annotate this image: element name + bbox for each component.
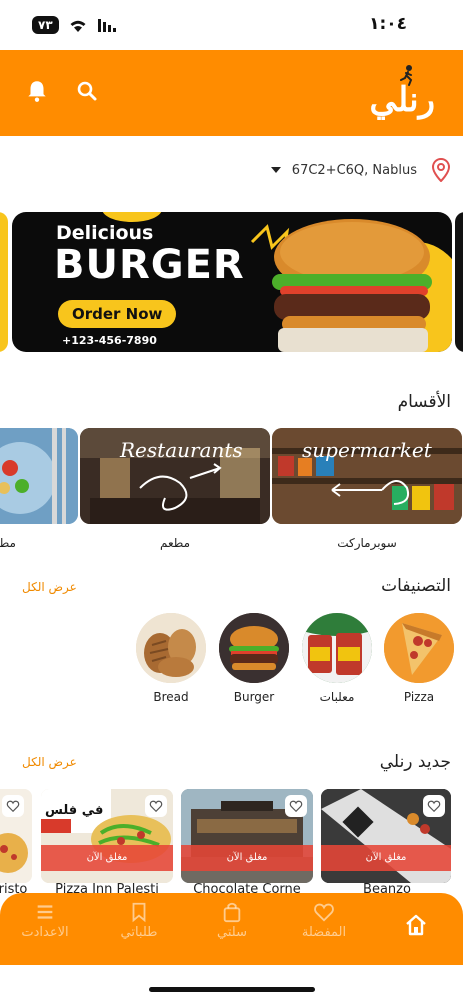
new-restaurants-title: جديد رنلي xyxy=(379,752,451,772)
bell-icon xyxy=(28,81,46,102)
heart-icon xyxy=(314,903,334,922)
nav-label: الاعدادت xyxy=(21,925,69,940)
restaurant-card-chocolate-corner[interactable]: مغلق الآن xyxy=(181,789,313,883)
department-name: سوبرماركت xyxy=(337,536,397,550)
department-image-text: Restaurants xyxy=(120,438,243,462)
banner-phone: +123-456-7890 xyxy=(62,334,157,347)
nav-label: المفضلة xyxy=(301,925,347,940)
heart-icon xyxy=(289,800,303,813)
order-now-button[interactable]: Order Now xyxy=(58,300,177,328)
closed-status-badge: مغلق الآن xyxy=(321,845,451,871)
categories-see-all-link[interactable]: عرض الكل xyxy=(22,580,77,594)
nav-label: سلتي xyxy=(217,925,247,940)
department-image-text: supermarket xyxy=(302,438,432,462)
food-plate-photo xyxy=(0,428,78,524)
logo-text: رنلي xyxy=(369,80,435,120)
category-label: معلبات xyxy=(319,690,355,704)
category-burger-image[interactable] xyxy=(219,613,289,683)
burger-icon xyxy=(219,613,289,683)
category-label: Pizza xyxy=(403,690,435,704)
bread-icon xyxy=(136,613,206,683)
chevron-down-icon xyxy=(270,167,281,173)
banner-decoration xyxy=(102,212,162,222)
heart-icon xyxy=(149,800,163,813)
banner-prev-peek[interactable] xyxy=(0,212,8,352)
bag-icon xyxy=(223,902,241,923)
category-label: Bread xyxy=(153,690,189,704)
home-indicator[interactable] xyxy=(149,987,315,992)
location-address: 67C2+C6Q, Nablus xyxy=(291,162,417,178)
search-button[interactable] xyxy=(72,76,102,106)
wifi-icon xyxy=(70,20,86,32)
restaurant-sign-text: في فلس xyxy=(45,803,104,818)
department-name: مطا xyxy=(0,536,16,550)
favorite-button[interactable] xyxy=(285,795,307,817)
canned-food-icon xyxy=(302,613,372,683)
notifications-button[interactable] xyxy=(22,76,52,106)
category-pizza-image[interactable] xyxy=(384,613,454,683)
menu-icon xyxy=(37,905,53,919)
department-name: مطعم xyxy=(159,536,191,550)
nav-cart[interactable]: سلتي xyxy=(187,901,277,940)
bookmark-icon xyxy=(132,902,146,923)
app-header: رنلي xyxy=(0,50,463,136)
category-canned-image[interactable] xyxy=(302,613,372,683)
nav-favorites[interactable]: المفضلة xyxy=(279,901,369,940)
restaurant-card-beanzo[interactable]: مغلق الآن xyxy=(321,789,451,883)
signal-icon xyxy=(97,19,116,32)
burger-illustration xyxy=(250,219,432,352)
new-restaurants-see-all-link[interactable]: عرض الكل xyxy=(22,755,77,769)
promo-banner[interactable]: Delicious BURGER Order Now +123-456-7890 xyxy=(12,212,452,352)
closed-status-badge: مغلق الآن xyxy=(181,845,313,871)
heart-icon xyxy=(6,800,20,813)
restaurant-card-pizza-inn[interactable]: في فلس مغلق الآن xyxy=(41,789,173,883)
status-icons: ٧٣ xyxy=(32,16,119,34)
map-pin-icon xyxy=(431,158,451,182)
department-card-partial[interactable] xyxy=(0,428,78,524)
banner-title: BURGER xyxy=(54,242,245,288)
app-logo: رنلي xyxy=(365,64,435,120)
category-label: Burger xyxy=(233,690,275,704)
favorite-button[interactable] xyxy=(145,795,167,817)
nav-orders[interactable]: طلباتي xyxy=(94,901,184,940)
battery-indicator: ٧٣ xyxy=(32,16,59,34)
department-card-restaurant[interactable]: Restaurants xyxy=(80,428,270,524)
home-icon xyxy=(406,914,426,936)
favorite-button[interactable] xyxy=(2,795,24,817)
status-time: ١:٠٤ xyxy=(369,14,407,34)
nav-home[interactable] xyxy=(371,913,461,937)
nav-label: طلباتي xyxy=(120,925,158,940)
status-bar: ٧٣ ١:٠٤ xyxy=(0,0,463,50)
bottom-navigation: المفضلة سلتي طلباتي الاعدادت xyxy=(0,893,463,965)
heart-icon xyxy=(427,800,441,813)
search-icon xyxy=(77,81,97,101)
pizza-icon xyxy=(384,613,454,683)
banner-next-peek[interactable] xyxy=(455,212,463,352)
favorite-button[interactable] xyxy=(423,795,445,817)
closed-status-badge: مغلق الآن xyxy=(41,845,173,871)
category-bread-image[interactable] xyxy=(136,613,206,683)
location-selector[interactable]: 67C2+C6Q, Nablus xyxy=(270,158,451,182)
categories-title: التصنيفات xyxy=(381,576,451,596)
departments-title: الأقسام xyxy=(397,392,451,412)
department-card-supermarket[interactable]: supermarket xyxy=(272,428,462,524)
banner-subtitle: Delicious xyxy=(56,222,154,244)
restaurant-card-partial[interactable] xyxy=(0,789,32,883)
nav-settings[interactable]: الاعدادت xyxy=(0,901,90,940)
